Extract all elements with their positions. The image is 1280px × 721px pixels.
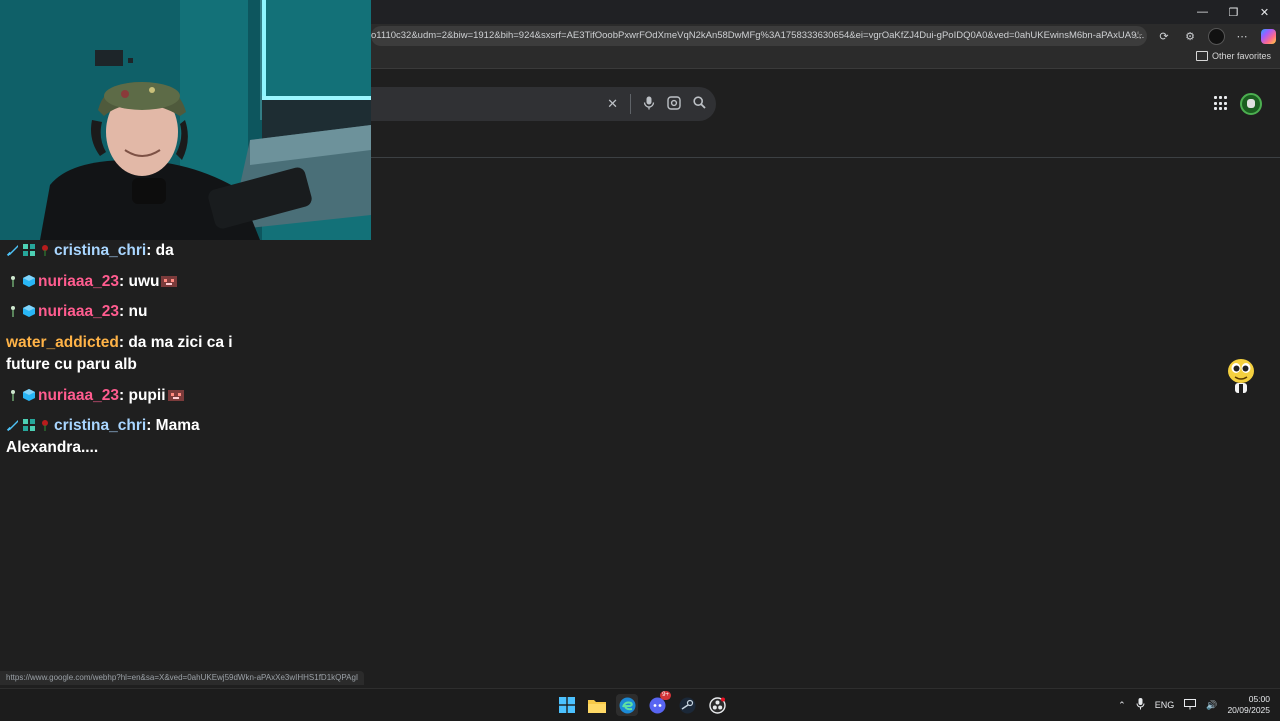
address-url: o1110c32&udm=2&biw=1912&bih=924&sxsrf=AE… (371, 30, 1145, 41)
system-tray: ⌃ ENG 🔊 05:00 20/09/2025 (1118, 689, 1280, 721)
chat-message: cristina_chri: da (6, 240, 256, 262)
webcam-overlay (0, 0, 371, 240)
start-icon[interactable] (556, 694, 578, 716)
folder-icon (1195, 51, 1208, 61)
clock[interactable]: 05:00 20/09/2025 (1227, 694, 1270, 716)
emote-sticker (1228, 359, 1254, 393)
clock-time: 05:00 (1248, 694, 1270, 704)
cube-badge-icon (23, 305, 35, 317)
search-icon[interactable] (693, 96, 706, 112)
pixel-emote-icon (161, 276, 178, 287)
chat-message: nuriaaa_23: pupii (6, 385, 256, 407)
obs-icon[interactable] (706, 694, 728, 716)
flower-badge-icon (11, 276, 15, 287)
more-menu-icon[interactable]: ⋯ (1233, 27, 1251, 45)
chat-text: nu (124, 303, 148, 320)
chat-username[interactable]: water_addicted (6, 334, 119, 351)
search-box-icons: ✕ (607, 87, 706, 121)
edge-browser-icon[interactable] (616, 694, 638, 716)
network-icon[interactable] (1184, 698, 1197, 712)
chat-username[interactable]: nuriaaa_23 (38, 303, 119, 320)
star-icon[interactable]: ☆ (1133, 26, 1143, 46)
discord-badge: 9+ (660, 691, 671, 700)
volume-icon[interactable]: 🔊 (1206, 700, 1217, 711)
taskbar: 9+ ⌃ ENG 🔊 05:00 20/09/2025 (0, 688, 1280, 721)
other-favorites-label: Other favorites (1211, 51, 1271, 61)
copilot-icon[interactable] (1259, 27, 1277, 45)
other-favorites-button[interactable]: Other favorites (1195, 51, 1271, 61)
chat-badges (6, 243, 52, 257)
rose-badge-icon (42, 245, 48, 256)
chat-text: pupii (124, 387, 166, 404)
clock-date: 20/09/2025 (1227, 705, 1270, 715)
apps-grid-icon[interactable] (1214, 96, 1229, 111)
cube-badge-icon (23, 275, 35, 287)
chat-message: cristina_chri: Mama Alexandra.... (6, 417, 200, 456)
chat-badges (6, 418, 52, 432)
chat-username[interactable]: nuriaaa_23 (38, 387, 119, 404)
chat-username[interactable]: cristina_chri (54, 417, 146, 434)
chat-message: water_addicted: da ma zici ca i future c… (6, 334, 233, 373)
close-icon[interactable]: ✕ (1249, 0, 1280, 24)
flower-badge-icon (11, 390, 15, 401)
page-divider (371, 157, 1280, 158)
flower-badge-icon (11, 306, 15, 317)
pixel-emote-icon (167, 390, 184, 401)
steam-icon[interactable] (676, 694, 698, 716)
status-url-bar: https://www.google.com/webhp?hl=en&sa=X&… (0, 671, 365, 685)
clear-icon[interactable]: ✕ (607, 96, 618, 112)
chat-text: da (151, 242, 174, 259)
sword-badge-icon (6, 245, 18, 257)
refresh-extension-icon[interactable]: ⟳ (1155, 27, 1173, 45)
address-bar[interactable]: o1110c32&udm=2&biw=1912&bih=924&sxsrf=AE… (371, 26, 1147, 46)
search-divider (630, 94, 631, 114)
discord-icon[interactable]: 9+ (646, 691, 671, 716)
language-indicator[interactable]: ENG (1155, 700, 1175, 710)
chat-text: uwu (124, 273, 160, 290)
sword-badge-icon (6, 420, 18, 432)
chat-message: nuriaaa_23: uwu (6, 271, 256, 293)
webcam-feed (0, 0, 371, 240)
extensions-icon[interactable]: ⚙ (1181, 27, 1199, 45)
chat-username[interactable]: nuriaaa_23 (38, 273, 119, 290)
chat-badges (6, 274, 36, 288)
chat-badges (6, 304, 36, 318)
toolbar-icons: ⟳ ⚙ ⋯ (1155, 27, 1277, 45)
lens-icon[interactable] (667, 95, 681, 113)
rose-badge-icon (42, 420, 48, 431)
chat-message: nuriaaa_23: nu (6, 301, 256, 323)
chat-badges (6, 388, 36, 402)
pixel-badge-icon (23, 244, 35, 256)
restore-icon[interactable]: ❐ (1218, 0, 1249, 24)
chevron-up-icon[interactable]: ⌃ (1118, 700, 1126, 711)
pixel-badge-icon (23, 419, 35, 431)
mic-tray-icon[interactable] (1136, 698, 1145, 712)
window-controls: — ❐ ✕ (1187, 0, 1280, 24)
chat-username[interactable]: cristina_chri (54, 242, 146, 259)
minimize-icon[interactable]: — (1187, 0, 1218, 24)
profile-icon[interactable] (1207, 27, 1225, 45)
mic-icon[interactable] (643, 96, 655, 113)
taskbar-apps: 9+ (556, 691, 728, 716)
cube-badge-icon (23, 389, 35, 401)
file-explorer-icon[interactable] (586, 694, 608, 716)
account-avatar[interactable] (1240, 93, 1262, 115)
